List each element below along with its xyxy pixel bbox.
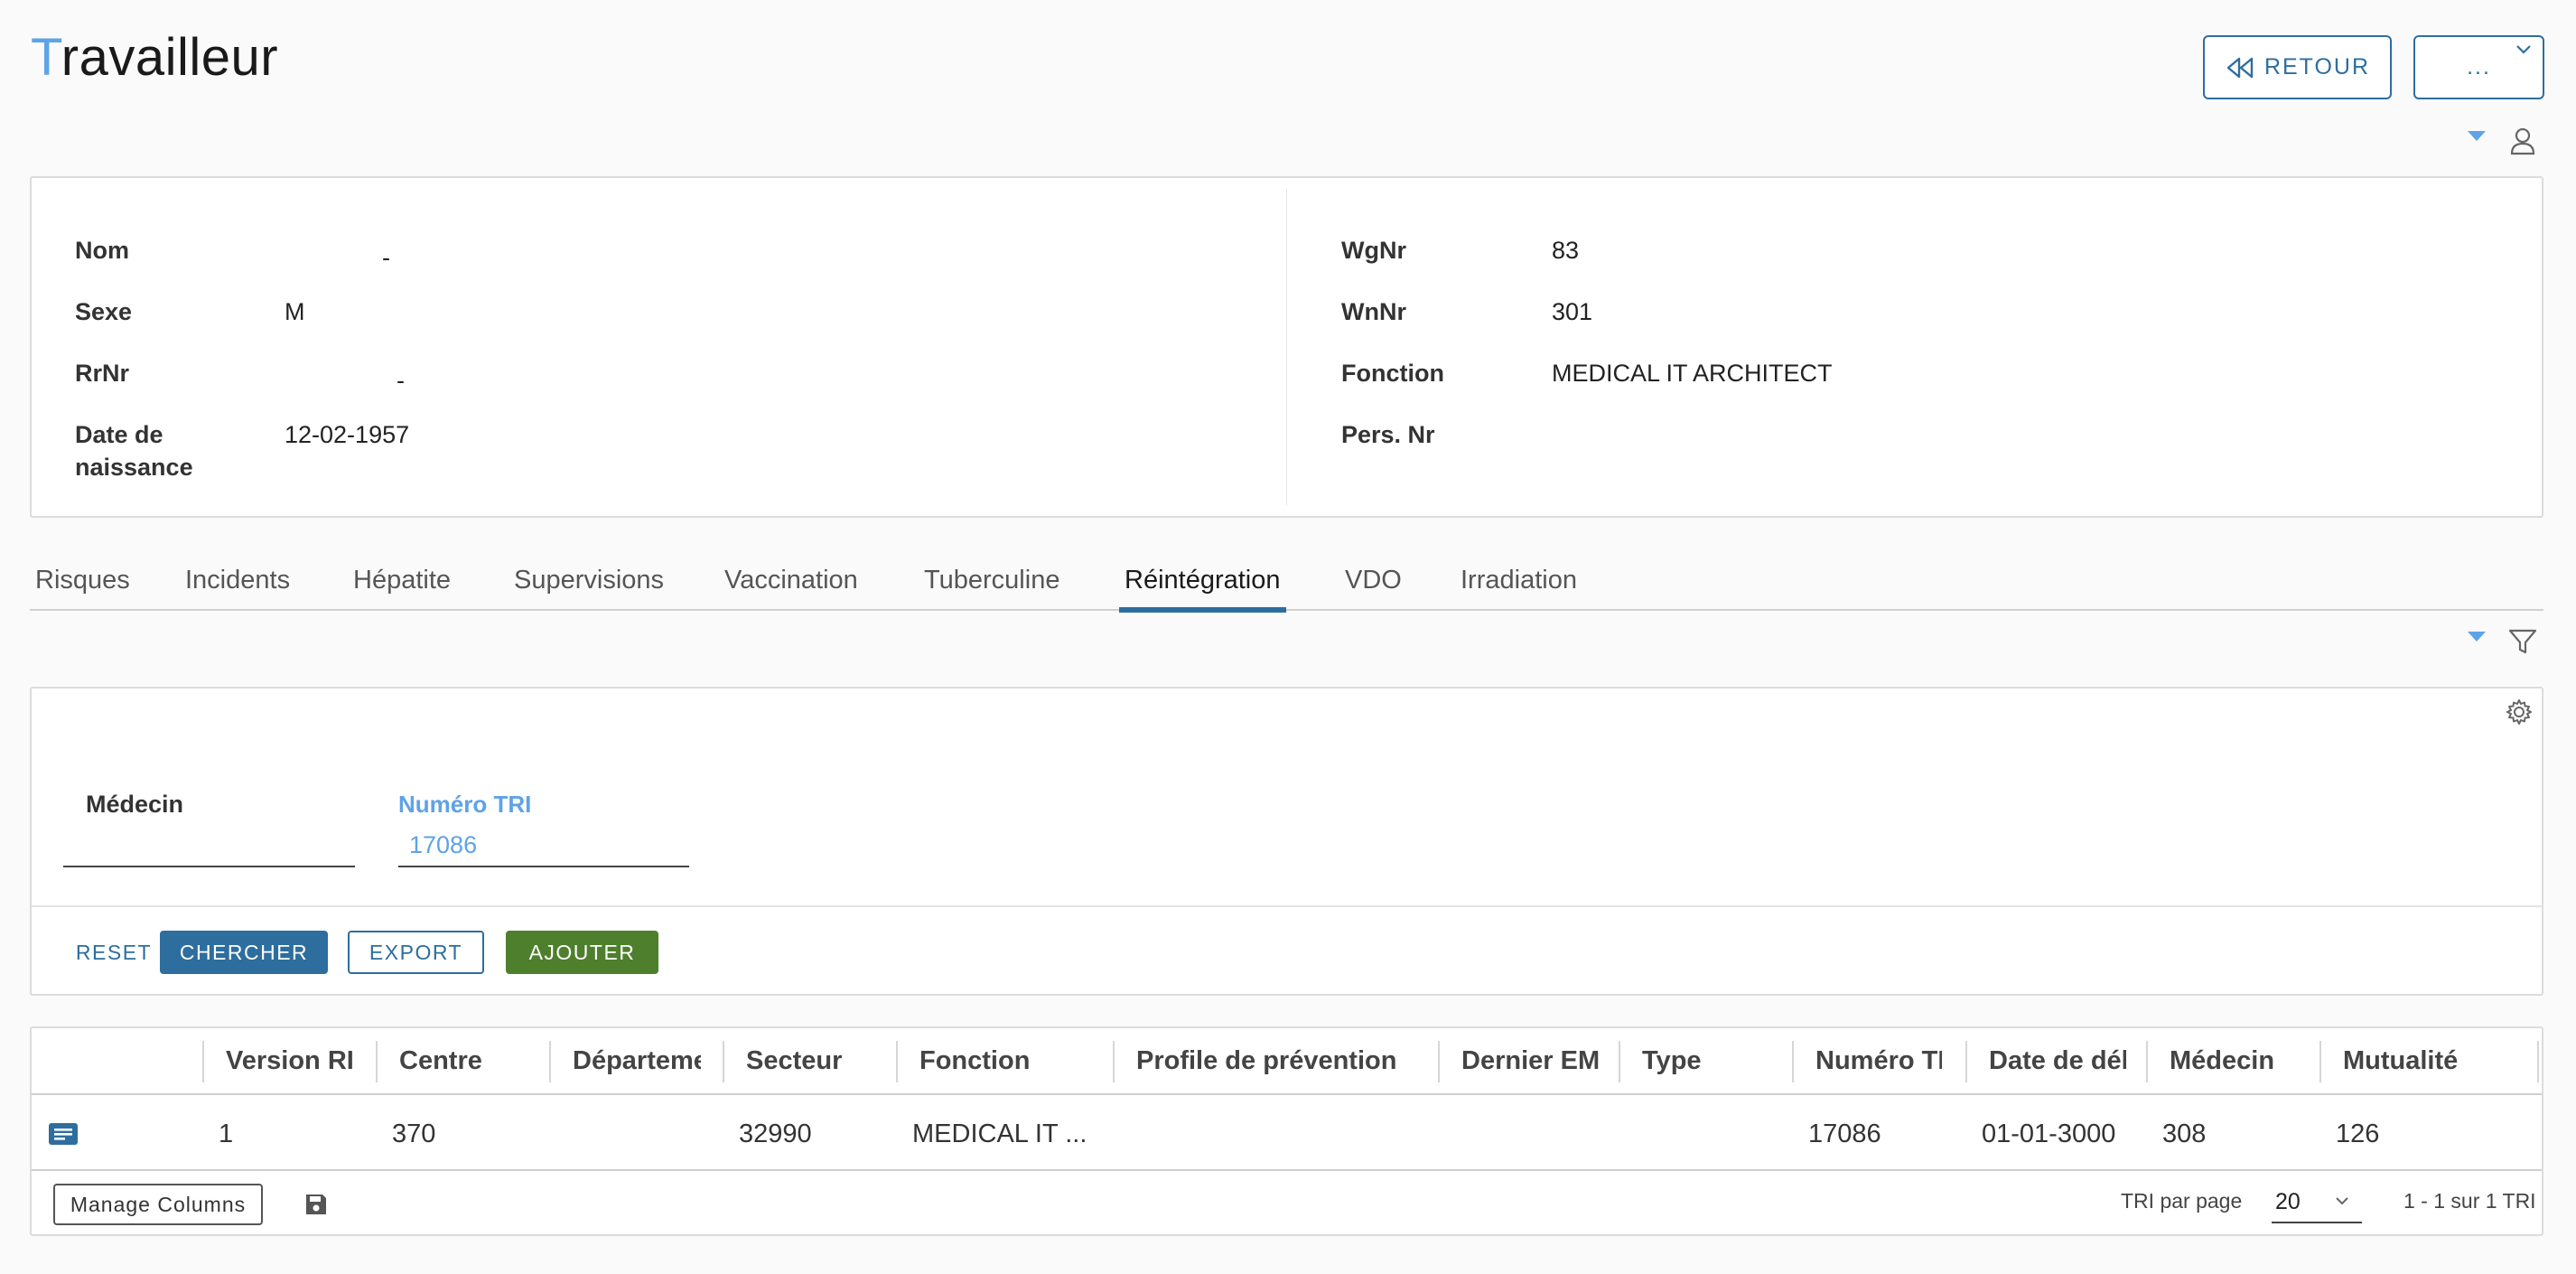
column-header-fonction[interactable]: Fonction [898, 1028, 1113, 1093]
detail-icon[interactable] [48, 1122, 79, 1148]
pagination-range: 1 - 1 sur 1 TRI [2403, 1189, 2536, 1213]
tab-bar: Risques Incidents Hépatite Supervisions … [30, 553, 2543, 613]
cell-numero-tri: 17086 [1808, 1119, 1881, 1148]
back-button[interactable]: RETOUR [2203, 35, 2392, 99]
birthdate-value: 12-02-1957 [285, 421, 410, 448]
column-header-mutualite[interactable]: Mutualité [2321, 1028, 2538, 1093]
add-button[interactable]: AJOUTER [506, 931, 658, 974]
user-icon[interactable] [2509, 126, 2536, 155]
rrnr-value: - [397, 367, 405, 394]
fonction-value: MEDICAL IT ARCHITECT [1552, 360, 1833, 387]
tab-reintegration[interactable]: Réintégration [1119, 566, 1286, 613]
collapse-info-caret-icon[interactable] [2468, 131, 2486, 141]
cell-date-debut: 01-01-3000 [1982, 1119, 2116, 1148]
cell-version: 1 [219, 1119, 234, 1148]
table-row[interactable]: 1 370 32990 MEDICAL IT ... 17086 01-01-3… [32, 1097, 2542, 1171]
tab-risques[interactable]: Risques [30, 566, 135, 611]
tab-vaccination[interactable]: Vaccination [719, 566, 863, 611]
tab-incidents[interactable]: Incidents [180, 566, 295, 611]
medecin-filter-label: Médecin [86, 791, 184, 818]
back-button-label: RETOUR [2263, 54, 2371, 80]
cell-departement [544, 1097, 715, 1171]
tab-hepatite[interactable]: Hépatite [348, 566, 456, 611]
search-button[interactable]: CHERCHER [160, 931, 328, 974]
page-title: Travailleur [31, 27, 278, 88]
cell-fonction: MEDICAL IT ... [912, 1119, 1087, 1148]
data-grid: Version RI Centre Département Secteur Fo… [30, 1026, 2543, 1236]
page-title-initial: T [31, 28, 61, 87]
chevron-down-icon [2336, 1197, 2348, 1205]
export-button[interactable]: EXPORT [348, 931, 484, 974]
nom-value: - [382, 244, 390, 271]
page-title-rest: ravailleur [61, 28, 279, 87]
save-icon[interactable] [304, 1193, 328, 1216]
cell-mutualite: 126 [2336, 1119, 2380, 1148]
page-size-value: 20 [2275, 1188, 2301, 1214]
worker-info-card: Nom - Sexe M RrNr - Date de naissance 12… [30, 176, 2543, 518]
gear-icon[interactable] [2505, 698, 2534, 726]
chevron-down-icon [2516, 45, 2531, 54]
persnr-label: Pers. Nr [1341, 421, 1435, 448]
medecin-filter-input[interactable] [63, 824, 355, 867]
wgnr-value: 83 [1552, 237, 1580, 264]
filter-card: Médecin Numéro TRI 17086 RESET CHERCHER … [30, 687, 2543, 996]
column-header-date-debut[interactable]: Date de début [1967, 1028, 2126, 1093]
cell-medecin: 308 [2162, 1119, 2207, 1148]
column-header-centre[interactable]: Centre [378, 1028, 549, 1093]
filter-icon[interactable] [2507, 627, 2538, 656]
column-header-medecin[interactable]: Médecin [2148, 1028, 2319, 1093]
column-header-departement[interactable]: Département [551, 1028, 701, 1093]
grid-header: Version RI Centre Département Secteur Fo… [32, 1028, 2542, 1095]
grid-footer: Manage Columns TRI par page 20 1 - 1 sur… [32, 1173, 2542, 1236]
rewind-icon [2226, 57, 2254, 78]
fonction-label: Fonction [1341, 360, 1444, 387]
filter-separator [32, 905, 2542, 907]
reset-button[interactable]: RESET [64, 931, 163, 974]
page-size-select[interactable]: 20 [2272, 1182, 2362, 1223]
column-header-numero-tri[interactable]: Numéro TRI [1794, 1028, 1942, 1093]
cell-dernier-em [1433, 1097, 1613, 1171]
more-actions-label: ... [2467, 54, 2491, 80]
manage-columns-button[interactable]: Manage Columns [53, 1184, 263, 1225]
wnnr-label: WnNr [1341, 298, 1406, 325]
sexe-value: M [285, 298, 305, 325]
nom-label: Nom [75, 237, 129, 264]
numero-tri-filter-input[interactable]: 17086 [398, 824, 689, 867]
wnnr-value: 301 [1552, 298, 1593, 325]
collapse-filter-caret-icon[interactable] [2468, 632, 2486, 642]
numero-tri-filter-value: 17086 [409, 830, 478, 858]
column-divider [1286, 189, 1287, 505]
column-header-version[interactable]: Version RI [204, 1028, 376, 1093]
column-header-profile[interactable]: Profile de prévention [1115, 1028, 1438, 1093]
per-page-label: TRI par page [2121, 1189, 2243, 1213]
numero-tri-filter-label: Numéro TRI [398, 791, 532, 818]
more-actions-button[interactable]: ... [2413, 35, 2544, 99]
column-header-dernier-em[interactable]: Dernier EM [1440, 1028, 1602, 1093]
column-header-type[interactable]: Type [1620, 1028, 1792, 1093]
wgnr-label: WgNr [1341, 237, 1406, 264]
cell-type [1613, 1097, 1785, 1171]
cell-centre: 370 [392, 1119, 436, 1148]
sexe-label: Sexe [75, 298, 133, 325]
tab-tuberculine[interactable]: Tuberculine [919, 566, 1065, 611]
column-header-secteur[interactable]: Secteur [724, 1028, 896, 1093]
tab-irradiation[interactable]: Irradiation [1455, 566, 1582, 611]
cell-profile [1107, 1097, 1433, 1171]
tab-supervisions[interactable]: Supervisions [509, 566, 669, 611]
rrnr-label: RrNr [75, 360, 130, 387]
cell-secteur: 32990 [739, 1119, 812, 1148]
birthdate-label: Date de naissance [75, 421, 193, 481]
tab-vdo[interactable]: VDO [1339, 566, 1407, 611]
